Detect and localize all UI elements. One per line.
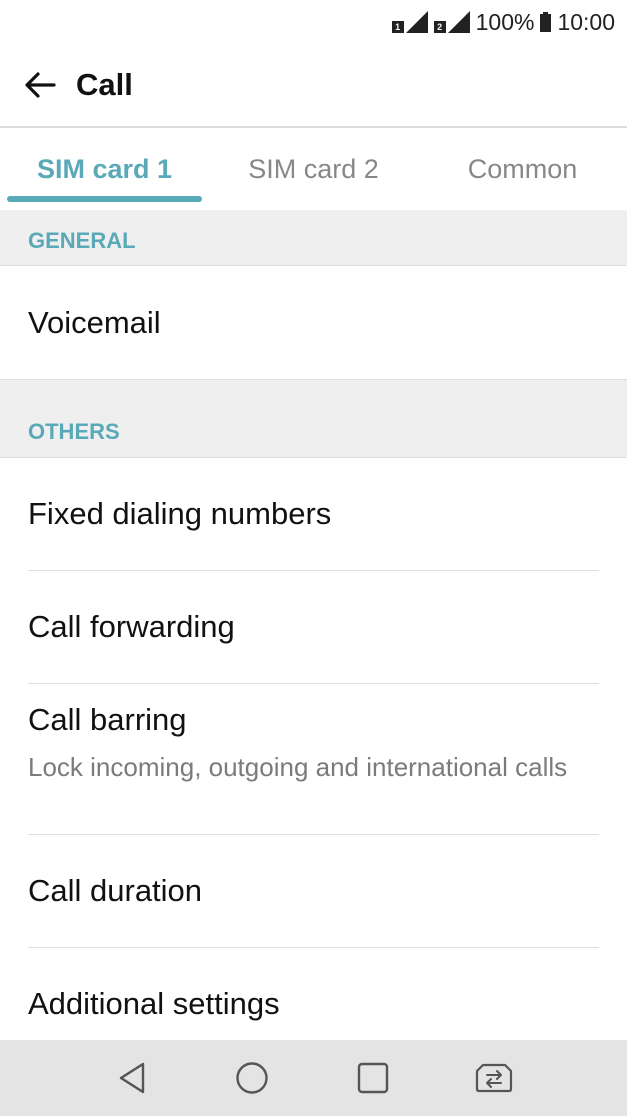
settings-item-voicemail[interactable]: Voicemail — [0, 266, 627, 379]
section-header-others: OTHERS — [0, 379, 627, 458]
clock: 10:00 — [557, 8, 615, 35]
navigation-bar — [0, 1040, 627, 1116]
item-title: Additional settings — [28, 986, 280, 1021]
section-header-general: GENERAL — [0, 210, 627, 266]
settings-item-call-duration[interactable]: Call duration — [0, 835, 627, 947]
sim1-badge: 1 — [391, 21, 404, 33]
sim2-signal: 2 — [433, 11, 470, 33]
item-title: Call duration — [28, 873, 203, 908]
battery-icon — [540, 12, 552, 32]
recents-square-icon — [357, 1062, 389, 1094]
tab-label: SIM card 2 — [248, 153, 379, 184]
settings-item-additional-settings[interactable]: Additional settings — [0, 948, 627, 1040]
item-title: Call forwarding — [28, 609, 235, 644]
section-label: GENERAL — [28, 227, 136, 253]
back-triangle-icon — [119, 1062, 145, 1094]
tab-active-indicator — [7, 196, 202, 202]
item-summary: Lock incoming, outgoing and internationa… — [28, 752, 568, 782]
tab-common[interactable]: Common — [418, 128, 627, 210]
item-title: Fixed dialing numbers — [28, 496, 332, 531]
item-title: Call barring — [28, 702, 187, 737]
back-arrow-icon — [25, 72, 56, 98]
sim2-badge: 2 — [433, 21, 446, 33]
sim-switch-icon — [475, 1063, 513, 1093]
app-header: Call — [0, 44, 627, 126]
tab-sim-card-2[interactable]: SIM card 2 — [209, 128, 418, 210]
sim1-signal: 1 — [391, 11, 428, 33]
tab-label: SIM card 1 — [36, 153, 173, 184]
home-circle-icon — [236, 1062, 268, 1094]
settings-item-call-barring[interactable]: Call barring Lock incoming, outgoing and… — [0, 684, 627, 834]
status-bar: 1 2 100% 10:00 — [0, 0, 627, 44]
settings-item-call-forwarding[interactable]: Call forwarding — [0, 571, 627, 683]
tab-sim-card-1[interactable]: SIM card 1 — [0, 128, 209, 210]
nav-sim-switch-button[interactable] — [474, 1058, 514, 1098]
page-title: Call — [76, 67, 133, 102]
nav-back-button[interactable] — [112, 1058, 152, 1098]
signal-icon — [405, 11, 428, 33]
nav-home-button[interactable] — [232, 1058, 272, 1098]
back-button[interactable] — [18, 63, 62, 107]
signal-icon — [447, 11, 470, 33]
battery-percent: 100% — [475, 8, 535, 35]
item-title: Voicemail — [28, 304, 161, 340]
settings-item-fixed-dialing-numbers[interactable]: Fixed dialing numbers — [0, 458, 627, 570]
nav-recents-button[interactable] — [353, 1058, 393, 1098]
tab-bar: SIM card 1 SIM card 2 Common — [0, 128, 627, 210]
tab-label: Common — [467, 153, 578, 184]
section-label: OTHERS — [28, 419, 120, 444]
